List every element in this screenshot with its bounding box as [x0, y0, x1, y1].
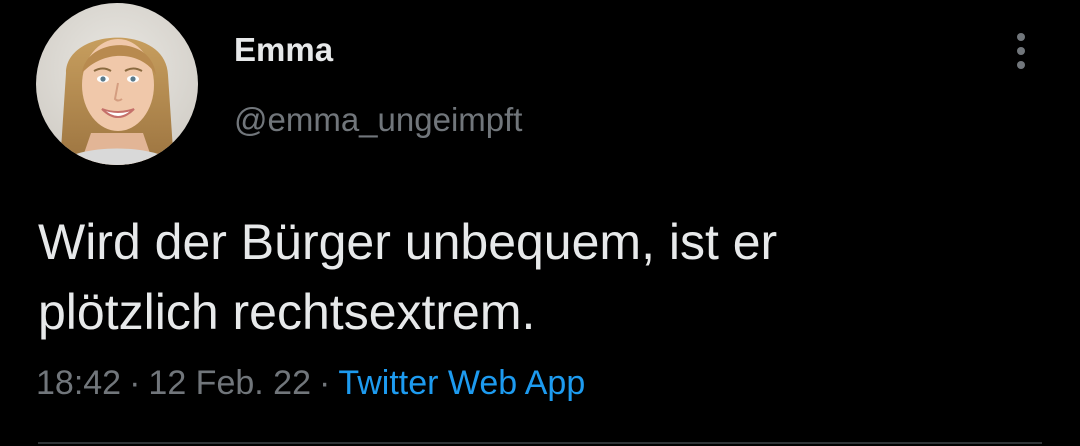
- tweet-text: Wird der Bürger unbequem, ist er plötzli…: [38, 214, 778, 340]
- meta-separator: ·: [129, 364, 141, 402]
- avatar-photo-icon: [36, 3, 198, 165]
- author-handle[interactable]: @emma_ungeimpft: [234, 100, 522, 140]
- more-options-button[interactable]: [1004, 30, 1038, 72]
- tweet-date[interactable]: 12 Feb. 22: [148, 364, 311, 402]
- author-avatar[interactable]: [36, 3, 198, 165]
- tweet-time[interactable]: 18:42: [36, 364, 121, 402]
- tweet: Emma @emma_ungeimpft Wird der Bürger unb…: [0, 0, 1080, 446]
- tweet-metadata: 18:42 · 12 Feb. 22 · Twitter Web App: [36, 360, 585, 406]
- more-vertical-icon: [1017, 33, 1025, 69]
- divider: [38, 442, 1042, 444]
- author-display-name[interactable]: Emma: [234, 30, 333, 70]
- meta-separator: ·: [318, 364, 331, 402]
- tweet-source-link[interactable]: Twitter Web App: [338, 364, 585, 402]
